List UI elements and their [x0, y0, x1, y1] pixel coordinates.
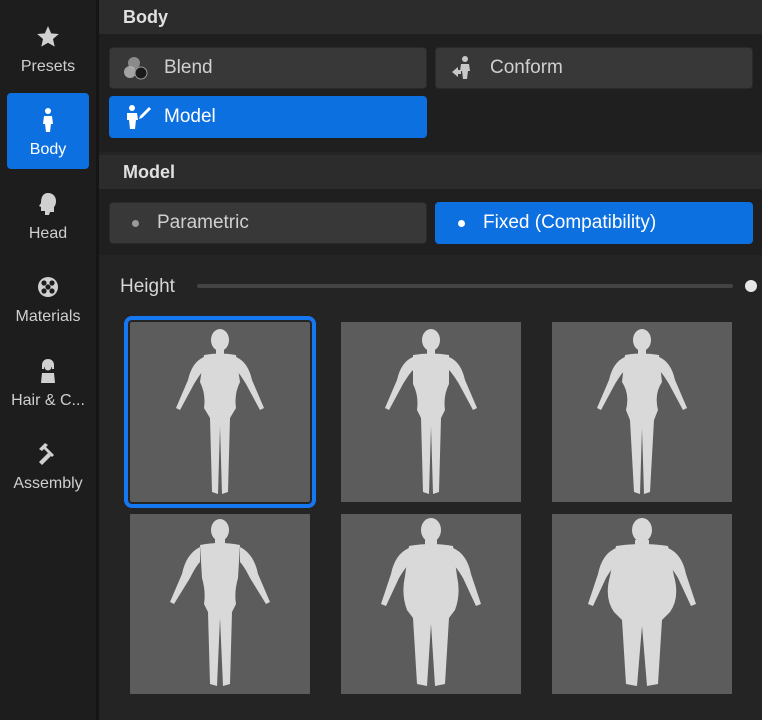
- sidebar-item-label: Assembly: [13, 475, 83, 492]
- conform-icon: [448, 53, 478, 83]
- sidebar-item-head[interactable]: Head: [7, 177, 89, 253]
- fixed-compatibility-option[interactable]: Fixed (Compatibility): [435, 202, 753, 244]
- sidebar-item-label: Hair & C...: [11, 392, 85, 409]
- model-section-header[interactable]: Model: [99, 155, 762, 189]
- button-label: Blend: [164, 57, 213, 78]
- sidebar-item-label: Body: [29, 141, 67, 158]
- head-icon: [33, 189, 63, 219]
- body-preset-2[interactable]: [341, 322, 521, 502]
- model-button[interactable]: Model: [109, 96, 427, 138]
- body-preset-4[interactable]: [130, 514, 310, 694]
- conform-button[interactable]: Conform: [435, 47, 753, 89]
- body-section-header[interactable]: Body: [99, 0, 762, 34]
- height-label: Height: [120, 276, 175, 297]
- button-label: Conform: [490, 57, 563, 78]
- hair-icon: [33, 356, 63, 386]
- sidebar: Presets Body Head Materials Hair & C... …: [0, 0, 96, 720]
- section-title: Body: [123, 6, 168, 27]
- height-slider-track[interactable]: [197, 284, 733, 288]
- model-icon: [122, 102, 152, 132]
- option-label: Fixed (Compatibility): [483, 212, 657, 233]
- height-slider-thumb[interactable]: [745, 280, 757, 292]
- button-label: Model: [164, 106, 216, 127]
- hammer-icon: [33, 439, 63, 469]
- body-section-content: Blend Conform Model: [99, 34, 762, 152]
- body-preset-3[interactable]: [552, 322, 732, 502]
- body-preset-1[interactable]: [124, 316, 316, 508]
- sidebar-item-materials[interactable]: Materials: [7, 260, 89, 336]
- blend-icon: [122, 53, 152, 83]
- model-options: Parametric Fixed (Compatibility): [99, 189, 762, 255]
- person-icon: [33, 105, 63, 135]
- sidebar-item-label: Materials: [15, 308, 81, 325]
- star-icon: [33, 22, 63, 52]
- sidebar-item-label: Head: [28, 225, 68, 242]
- sidebar-item-label: Presets: [20, 58, 76, 75]
- blend-button[interactable]: Blend: [109, 47, 427, 89]
- body-preset-6[interactable]: [552, 514, 732, 694]
- section-title: Model: [123, 161, 175, 182]
- option-label: Parametric: [157, 212, 249, 233]
- materials-icon: [33, 272, 63, 302]
- body-preset-5[interactable]: [341, 514, 521, 694]
- main-panel: Body Blend Conform Model Model Parametri…: [99, 0, 762, 720]
- sidebar-item-body[interactable]: Body: [7, 93, 89, 169]
- sidebar-item-assembly[interactable]: Assembly: [7, 427, 89, 503]
- height-slider-row: Height: [120, 274, 757, 300]
- radio-dot: [132, 219, 139, 227]
- parametric-option[interactable]: Parametric: [109, 202, 427, 244]
- sidebar-item-hair[interactable]: Hair & C...: [7, 344, 89, 420]
- sidebar-item-presets[interactable]: Presets: [7, 10, 89, 86]
- radio-dot: [458, 219, 465, 227]
